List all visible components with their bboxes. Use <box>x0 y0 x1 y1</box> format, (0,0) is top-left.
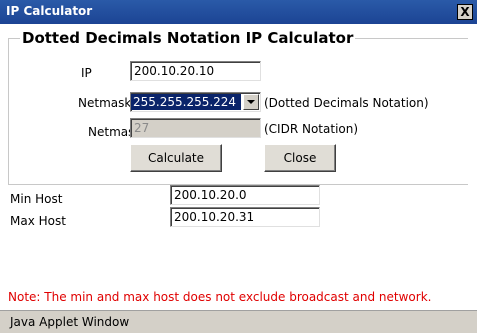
calculate-button[interactable]: Calculate <box>130 144 222 172</box>
min-host-field[interactable]: 200.10.20.0 <box>170 185 320 205</box>
note-text: Note: The min and max host does not excl… <box>8 290 432 304</box>
netmask-notation-label: (Dotted Decimals Notation) <box>264 96 429 110</box>
title-bar: IP Calculator X <box>0 0 477 24</box>
cidr-input: 27 <box>130 118 261 138</box>
min-host-label: Min Host <box>10 192 63 206</box>
status-text: Java Applet Window <box>10 315 130 329</box>
chevron-down-icon[interactable] <box>243 94 259 110</box>
group-title: Dotted Decimals Notation IP Calculator <box>20 29 356 47</box>
ip-label: IP <box>81 66 92 80</box>
cidr-notation-label: (CIDR Notation) <box>264 122 359 136</box>
close-window-icon[interactable]: X <box>457 4 473 20</box>
max-host-label: Max Host <box>10 214 66 228</box>
netmask-select[interactable]: 255.255.255.224 <box>130 92 261 112</box>
window-title: IP Calculator <box>6 4 93 18</box>
netmask-select-value: 255.255.255.224 <box>131 94 241 110</box>
max-host-field[interactable]: 200.10.20.31 <box>170 207 320 227</box>
status-bar: Java Applet Window <box>0 310 477 333</box>
netmask-label: Netmask <box>78 96 132 110</box>
close-button[interactable]: Close <box>264 144 336 172</box>
ip-input[interactable]: 200.10.20.10 <box>130 61 261 81</box>
